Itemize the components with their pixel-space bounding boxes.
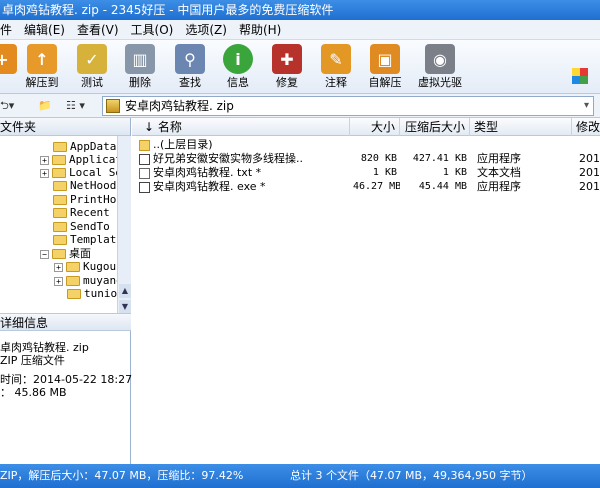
folder-panel-header: 文件夹 [0,118,130,136]
tree-item-desktop[interactable]: − 桌面 [40,247,91,260]
info-icon: i [223,44,253,74]
folder-up-icon [139,139,150,151]
tree-item-printhood[interactable]: PrintHood [53,193,117,206]
address-path: 安卓肉鸡钻教程. zip [125,99,234,113]
menu-file[interactable]: 件 [0,20,18,40]
expand-icon[interactable]: + [54,276,63,286]
column-modified[interactable]: 修改 [572,118,600,136]
details-panel-header: 详细信息 [0,313,131,331]
menu-view[interactable]: 查看(V) [71,20,125,40]
view-mode-button[interactable]: ☷ ▾ [66,97,85,115]
info-button[interactable]: i 信息 [210,42,266,92]
file-row[interactable]: 好兄弟安徽安徽实物多线程操... 820 KB 427.41 KB 应用程序 2… [132,152,600,165]
toolbar: + ↑ 解压到 ✓ 测试 ▥ 删除 ⚲ 查找 i 信息 ✚ 修复 ✎ 注释 ▣ … [0,40,600,94]
expand-icon[interactable]: + [40,155,49,165]
collapse-icon[interactable]: − [40,249,49,259]
details-filename: 卓肉鸡钻教程. zip [0,341,89,354]
column-type[interactable]: 类型 [470,118,572,136]
window-title: 卓肉鸡钻教程. zip - 2345好压 - 中国用户最多的免费压缩软件 [2,3,334,17]
chevron-down-icon[interactable]: ▾ [584,97,589,115]
column-size[interactable]: 大小 [350,118,400,136]
test-icon: ✓ [77,44,107,74]
details-size: ： 45.86 MB [0,386,67,399]
file-row[interactable]: 安卓肉鸡钻教程. txt * 1 KB 1 KB 文本文档 2014 [132,166,600,179]
tree-item-kugou[interactable]: + Kugou [54,260,116,273]
tree-item-appdata[interactable]: AppData [53,140,116,153]
tree-item-muyang[interactable]: +muyang [54,274,117,287]
status-archive-info: ZIP，解压后大小：47.07 MB，压缩比：97.42% [0,469,244,482]
exe-file-icon [139,181,150,193]
folder-icon [53,222,67,232]
exe-file-icon [139,153,150,165]
tree-item-tunion[interactable]: tunion [67,287,117,300]
tree-item-sendto[interactable]: SendTo [53,220,110,233]
folder-icon [52,155,66,165]
back-button[interactable]: ⮌▾ [0,97,14,115]
folder-icon [52,249,66,259]
details-filetype: ZIP 压缩文件 [0,354,65,367]
address-bar: ⮌▾ 📁 ☷ ▾ 安卓肉鸡钻教程. zip ▾ [0,94,600,118]
comment-icon: ✎ [321,44,351,74]
delete-button[interactable]: ▥ 删除 [112,42,168,92]
menu-bar: 件 编辑(E) 查看(V) 工具(O) 选项(Z) 帮助(H) [0,20,600,40]
tree-item-recent[interactable]: Recent [53,206,110,219]
folder-tree: AppData +Applicati +Local Set NetHood Pr… [0,136,117,314]
extract-to-button[interactable]: ↑ 解压到 [14,42,70,92]
zip-file-icon [106,99,120,113]
status-bar: ZIP，解压后大小：47.07 MB，压缩比：97.42% 总计 3 个文件（4… [0,464,600,488]
folder-icon [53,142,67,152]
address-input[interactable]: 安卓肉鸡钻教程. zip ▾ [102,96,594,116]
repair-icon: ✚ [272,44,302,74]
folder-icon [53,208,67,218]
up-folder-icon[interactable]: 📁 [38,97,52,115]
column-name[interactable]: ↓ 名称 [132,118,350,136]
file-list-header: ↓ 名称 大小 压缩后大小 类型 修改 [132,118,600,136]
tree-item-templates[interactable]: Templates [53,233,117,246]
folder-icon [52,168,66,178]
tree-scrollbar[interactable]: ▲ ▼ [117,136,131,314]
file-list: ↓ 名称 大小 压缩后大小 类型 修改 ..(上层目录) 好兄弟安徽安徽实物多线… [132,118,600,464]
title-bar: 卓肉鸡钻教程. zip - 2345好压 - 中国用户最多的免费压缩软件 [0,0,600,20]
folder-icon [67,289,81,299]
disc-icon: ◉ [425,44,455,74]
folder-icon [53,181,67,191]
sfx-icon: ▣ [370,44,400,74]
folder-icon [53,195,67,205]
file-row[interactable]: 安卓肉鸡钻教程. exe * 46.27 MB 45.44 MB 应用程序 20… [132,180,600,193]
folder-icon [66,276,80,286]
menu-edit[interactable]: 编辑(E) [18,20,71,40]
details-panel: 详细信息 卓肉鸡钻教程. zip ZIP 压缩文件 时间：2014-05-22 … [0,313,150,464]
expand-icon[interactable]: + [40,168,49,178]
trash-icon: ▥ [125,44,155,74]
text-file-icon [139,167,150,179]
status-total-info: 总计 3 个文件（47.07 MB，49,364,950 字节） [290,469,533,482]
comment-button[interactable]: ✎ 注释 [308,42,364,92]
column-packed-size[interactable]: 压缩后大小 [400,118,470,136]
scroll-up-icon[interactable]: ▲ [119,284,131,298]
scroll-down-icon[interactable]: ▼ [119,300,131,314]
repair-button[interactable]: ✚ 修复 [259,42,315,92]
extract-icon: ↑ [27,44,57,74]
virtual-drive-button[interactable]: ◉ 虚拟光驱 [412,42,468,92]
tree-item-application-data[interactable]: +Applicati [40,153,117,166]
skin-icon[interactable] [572,68,588,84]
menu-options[interactable]: 选项(Z) [179,20,233,40]
folder-icon [66,262,80,272]
tree-item-nethood[interactable]: NetHood [53,179,116,192]
folder-icon [53,235,67,245]
search-icon: ⚲ [175,44,205,74]
tree-item-local-settings[interactable]: +Local Set [40,166,117,179]
menu-help[interactable]: 帮助(H) [233,20,287,40]
self-extract-button[interactable]: ▣ 自解压 [357,42,413,92]
menu-tools[interactable]: 工具(O) [125,20,180,40]
details-modified: 时间：2014-05-22 18:27:34 [0,373,150,386]
expand-icon[interactable]: + [54,262,63,272]
file-row-parent[interactable]: ..(上层目录) [132,138,600,151]
